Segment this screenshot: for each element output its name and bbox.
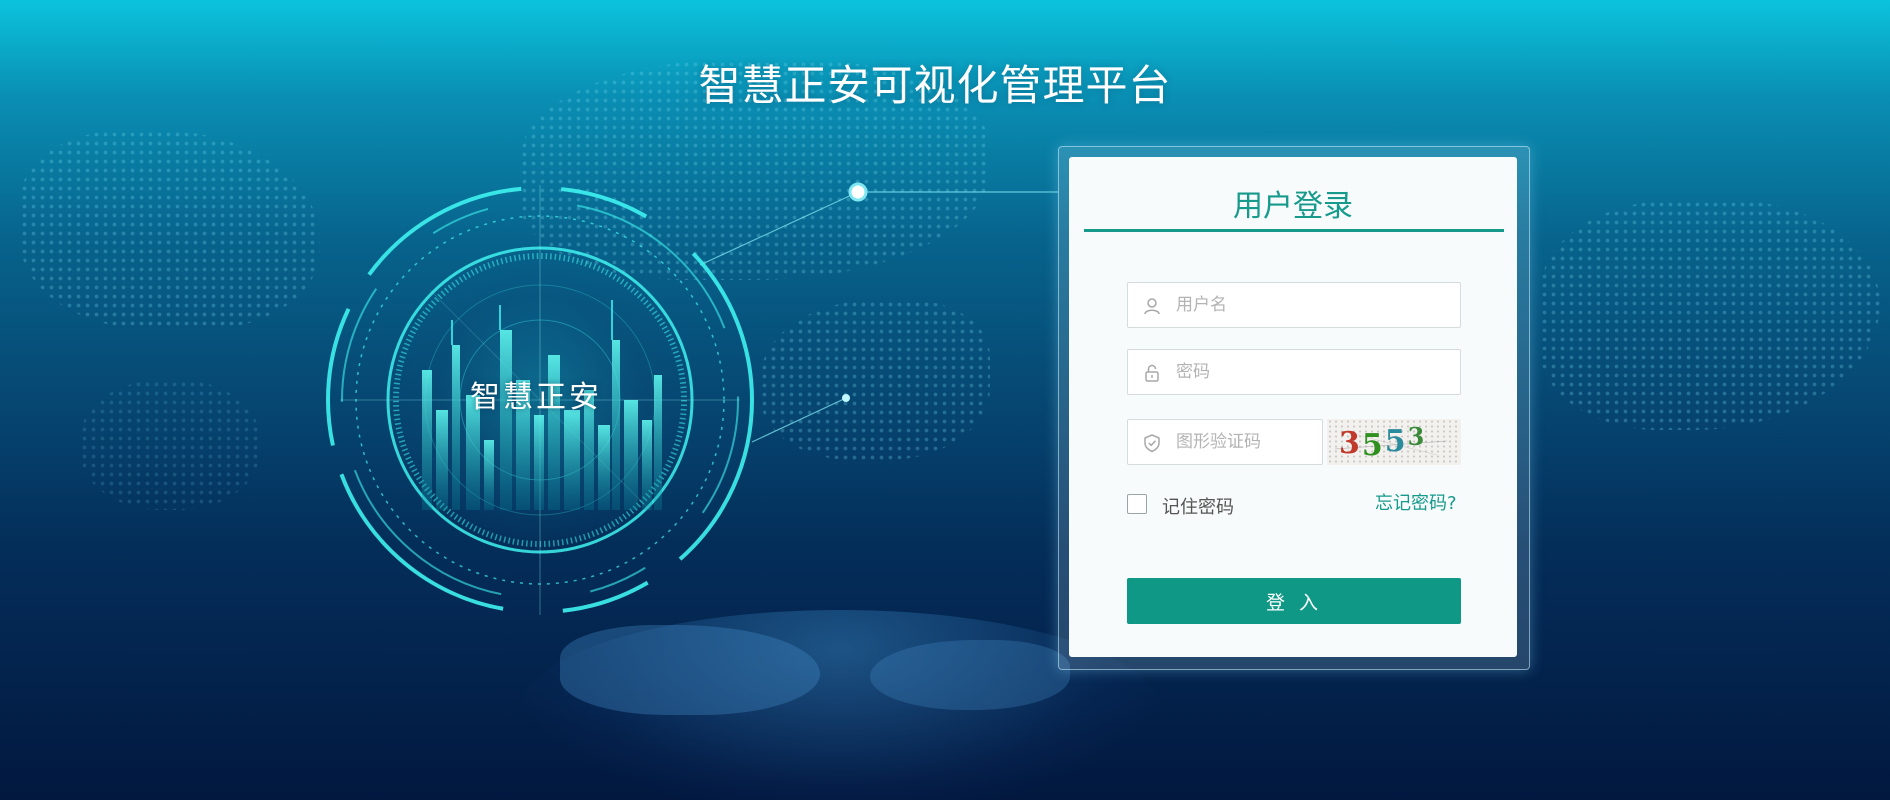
captcha-image[interactable]: 3553 [1327,419,1461,465]
user-icon [1144,298,1160,315]
title-underline [1084,229,1504,232]
captcha-input[interactable] [1176,420,1316,464]
lock-icon [1145,364,1159,382]
captcha-code: 3553 [1339,422,1427,463]
login-page: 智慧正安 智慧正安可视化管理平台 用户登录 用户名 图形验证码 3553 记住密… [0,0,1890,800]
login-button[interactable]: 登 入 [1127,578,1461,624]
captcha-field[interactable] [1127,419,1323,465]
page-title: 智慧正安可视化管理平台 [698,61,1172,110]
login-panel-frame: 用户登录 用户名 图形验证码 3553 记住密码 忘记密码? 登 入 [1058,146,1530,670]
shield-icon [1144,434,1160,453]
emblem-label: 智慧正安 [470,380,602,415]
forgot-password-link[interactable]: 忘记密码? [1375,489,1457,515]
password-input[interactable] [1176,350,1446,394]
remember-checkbox[interactable] [1127,494,1147,514]
username-input[interactable] [1176,283,1446,327]
remember-label: 记住密码 [1162,497,1234,518]
password-field[interactable] [1127,349,1461,395]
connector-lines [699,182,1058,443]
login-card: 用户登录 用户名 图形验证码 3553 记住密码 忘记密码? 登 入 [1069,157,1517,657]
login-title: 用户登录 [1233,189,1353,224]
username-field[interactable] [1127,282,1461,328]
